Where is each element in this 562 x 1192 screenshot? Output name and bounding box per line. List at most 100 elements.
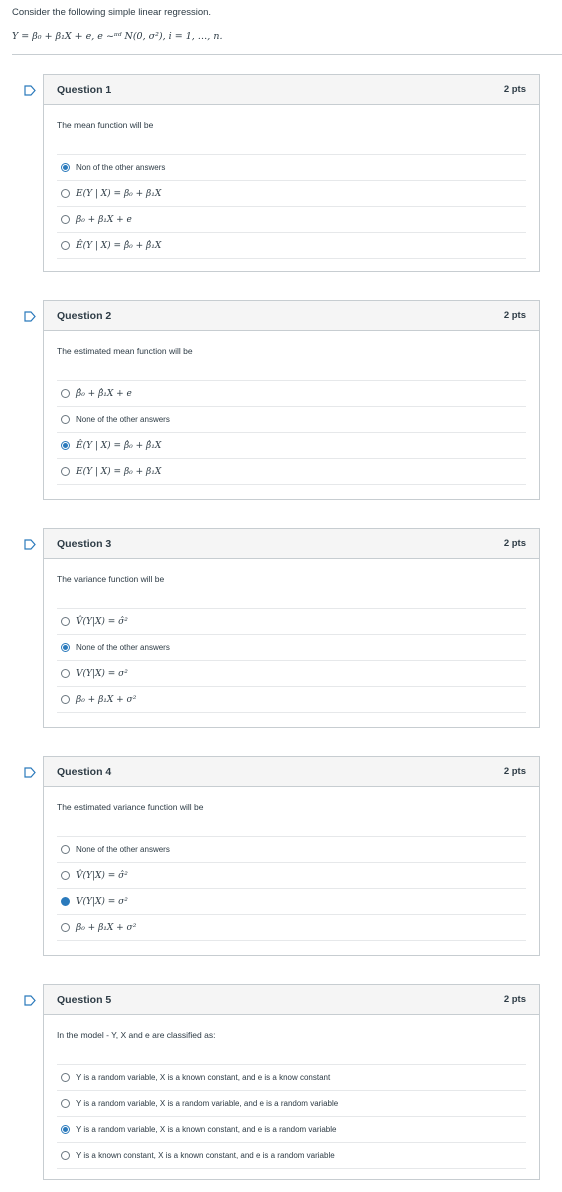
answer-option[interactable]: Ê(Y | X) = β̂₀ + β̂₁X (57, 432, 526, 458)
model-formula: Y = β₀ + β₁X + e, e ~ᶦᶦᵈ N(0, σ²), i = 1… (12, 31, 223, 42)
question-prompt: The estimated variance function will be (57, 802, 204, 812)
intro-divider (12, 54, 562, 55)
question-points: 2 pts (503, 994, 526, 1005)
answer-option[interactable]: Y is a random variable, X is a known con… (57, 1116, 526, 1142)
question-points: 2 pts (503, 310, 526, 321)
radio-button[interactable] (61, 845, 70, 854)
radio-button[interactable] (61, 467, 70, 476)
question-body: The variance function will be V̂(Y|X) = σ… (44, 559, 539, 713)
answer-option[interactable]: V̂(Y|X) = σ̂² (57, 862, 526, 888)
answer-label: None of the other answers (76, 845, 170, 854)
question-title: Question 4 (57, 765, 112, 778)
question-prompt: The estimated mean function will be (57, 346, 193, 356)
answer-option[interactable]: β̂₀ + β̂₁X + e (57, 380, 526, 406)
radio-button[interactable] (61, 1151, 70, 1160)
answer-label: V(Y|X) = σ² (76, 668, 128, 679)
question-body: In the model - Y, X and e are classified… (44, 1015, 539, 1169)
question-card: Question 4 2 pts The estimated variance fu… (43, 756, 540, 956)
answer-label: V̂(Y|X) = σ̂² (76, 870, 128, 881)
question-body: The estimated mean function will be β̂₀ +… (44, 331, 539, 485)
answer-option[interactable]: Y is a random variable, X is a random va… (57, 1090, 526, 1116)
intro-text: Consider the following simple linear reg… (12, 7, 212, 18)
answer-label: β₀ + β₁X + σ² (76, 922, 137, 933)
answer-label: Y is a known constant, X is a known cons… (76, 1151, 335, 1160)
radio-button[interactable] (61, 241, 70, 250)
radio-button[interactable] (61, 695, 70, 704)
question-card: Question 2 2 pts The estimated mean functi… (43, 300, 540, 500)
question-prompt: In the model - Y, X and e are classified… (57, 1030, 216, 1040)
answer-label: Y is a random variable, X is a known con… (76, 1073, 331, 1082)
flag-question-icon[interactable] (24, 765, 36, 778)
answer-list: None of the other answers V̂(Y|X) = σ̂² V(… (57, 836, 526, 941)
flag-question-icon[interactable] (24, 993, 36, 1006)
answer-option[interactable]: β₀ + β₁X + e (57, 206, 526, 232)
answer-list: β̂₀ + β̂₁X + e None of the other answers Ê… (57, 380, 526, 485)
radio-button[interactable] (61, 163, 70, 172)
radio-button[interactable] (61, 189, 70, 198)
radio-button[interactable] (61, 643, 70, 652)
question-points: 2 pts (503, 766, 526, 777)
answer-label: None of the other answers (76, 643, 170, 652)
question-body: The mean function will be Non of the othe… (44, 105, 539, 259)
question-header: Question 5 2 pts (44, 985, 539, 1015)
answer-option[interactable]: None of the other answers (57, 406, 526, 432)
answer-option[interactable]: E(Y | X) = β₀ + β₁X (57, 180, 526, 206)
question-title: Question 5 (57, 993, 112, 1006)
question-title: Question 3 (57, 537, 112, 550)
answer-option[interactable]: Y is a random variable, X is a known con… (57, 1064, 526, 1090)
answer-label: β₀ + β₁X + e (76, 214, 132, 225)
answer-option[interactable]: None of the other answers (57, 836, 526, 862)
answer-label: E(Y | X) = β₀ + β₁X (76, 188, 162, 199)
answer-option[interactable]: β₀ + β₁X + σ² (57, 686, 526, 712)
answer-option[interactable]: V(Y|X) = σ² (57, 660, 526, 686)
question-card: Question 5 2 pts In the model - Y, X and e… (43, 984, 540, 1180)
answer-label: V̂(Y|X) = σ̂² (76, 616, 128, 627)
radio-button[interactable] (61, 1125, 70, 1134)
question-card: Question 3 2 pts The variance function wil… (43, 528, 540, 728)
flag-question-icon[interactable] (24, 309, 36, 322)
radio-button[interactable] (61, 1099, 70, 1108)
answer-option[interactable]: Y is a known constant, X is a known cons… (57, 1142, 526, 1168)
question-header: Question 3 2 pts (44, 529, 539, 559)
flag-question-icon[interactable] (24, 83, 36, 96)
question-header: Question 2 2 pts (44, 301, 539, 331)
answer-list: Non of the other answers E(Y | X) = β₀ + … (57, 154, 526, 259)
question-prompt: The variance function will be (57, 574, 165, 584)
answer-label: V(Y|X) = σ² (76, 896, 128, 907)
question-prompt: The mean function will be (57, 120, 154, 130)
radio-button[interactable] (61, 617, 70, 626)
radio-button[interactable] (61, 215, 70, 224)
answer-label: Y is a random variable, X is a known con… (76, 1125, 337, 1134)
answer-option[interactable]: None of the other answers (57, 634, 526, 660)
answer-label: Non of the other answers (76, 163, 166, 172)
answer-label: β̂₀ + β̂₁X + e (76, 388, 132, 399)
radio-button[interactable] (61, 389, 70, 398)
answer-option[interactable]: E(Y | X) = β₀ + β₁X (57, 458, 526, 484)
answer-option[interactable]: Ê(Y | X) = β̂₀ + β̂₁X (57, 232, 526, 258)
answer-label: β₀ + β₁X + σ² (76, 694, 137, 705)
radio-button[interactable] (61, 871, 70, 880)
answer-option[interactable]: β₀ + β₁X + σ² (57, 914, 526, 940)
question-title: Question 2 (57, 309, 112, 322)
answer-option[interactable]: Non of the other answers (57, 154, 526, 180)
answer-label: Ê(Y | X) = β̂₀ + β̂₁X (76, 240, 162, 251)
answer-option[interactable]: V̂(Y|X) = σ̂² (57, 608, 526, 634)
answer-list: Y is a random variable, X is a known con… (57, 1064, 526, 1169)
question-header: Question 4 2 pts (44, 757, 539, 787)
radio-button[interactable] (61, 923, 70, 932)
quiz-intro: Consider the following simple linear reg… (12, 4, 562, 42)
answer-label: Ê(Y | X) = β̂₀ + β̂₁X (76, 440, 162, 451)
radio-button[interactable] (61, 441, 70, 450)
question-card: Question 1 2 pts The mean function will be… (43, 74, 540, 272)
question-points: 2 pts (503, 84, 526, 95)
question-title: Question 1 (57, 83, 112, 96)
answer-option[interactable]: V(Y|X) = σ² (57, 888, 526, 914)
answer-label: None of the other answers (76, 415, 170, 424)
question-body: The estimated variance function will be N… (44, 787, 539, 941)
answer-list: V̂(Y|X) = σ̂² None of the other answers V(… (57, 608, 526, 713)
radio-button[interactable] (61, 1073, 70, 1082)
radio-button[interactable] (61, 897, 70, 906)
flag-question-icon[interactable] (24, 537, 36, 550)
radio-button[interactable] (61, 669, 70, 678)
radio-button[interactable] (61, 415, 70, 424)
